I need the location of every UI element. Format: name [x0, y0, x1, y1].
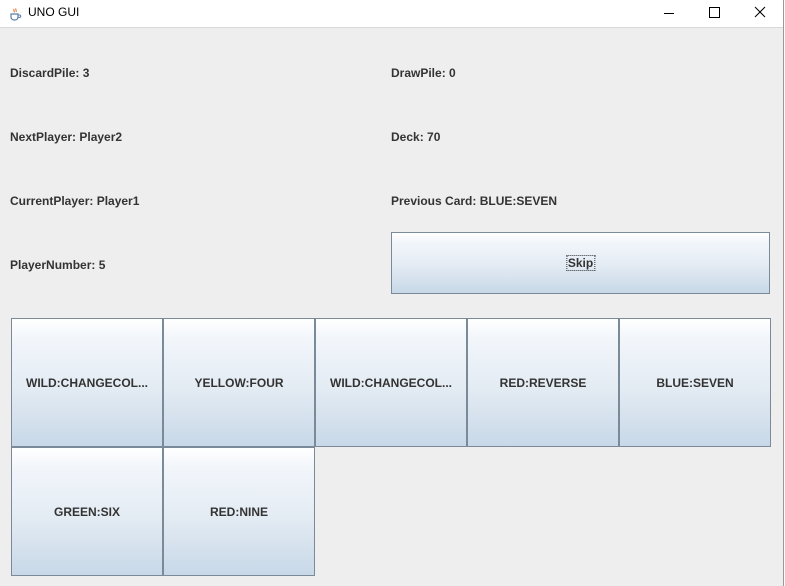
previous-card-label: Previous Card: BLUE:SEVEN — [391, 194, 558, 208]
player-number-label: PlayerNumber: 5 — [10, 258, 106, 272]
current-player-label: CurrentPlayer: Player1 — [10, 194, 140, 208]
deck-label: Deck: 70 — [391, 130, 441, 144]
card-label: BLUE:SEVEN — [656, 375, 734, 390]
card-label: RED:REVERSE — [499, 375, 587, 390]
hand-card-2[interactable]: YELLOW:FOUR — [163, 318, 315, 447]
uno-window: UNO GUI DiscardPile: 3 DrawPile: 0 NextP… — [0, 0, 784, 586]
window-title: UNO GUI — [28, 5, 80, 19]
card-label: RED:NINE — [209, 504, 268, 519]
hand-card-6[interactable]: GREEN:SIX — [11, 447, 163, 576]
close-button[interactable] — [737, 0, 783, 27]
java-cup-icon — [8, 6, 22, 21]
hand-card-5[interactable]: BLUE:SEVEN — [619, 318, 771, 447]
card-label: WILD:CHANGECOL... — [330, 375, 452, 390]
maximize-icon — [709, 7, 720, 18]
title-bar[interactable]: UNO GUI — [0, 0, 783, 28]
minimize-icon — [664, 13, 674, 14]
close-icon — [754, 6, 766, 18]
hand-card-3[interactable]: WILD:CHANGECOL... — [315, 318, 467, 447]
skip-button-label: Skip — [565, 255, 596, 271]
next-player-label: NextPlayer: Player2 — [10, 130, 123, 144]
discard-pile-label: DiscardPile: 3 — [10, 66, 90, 80]
card-label: YELLOW:FOUR — [194, 375, 284, 390]
draw-pile-label: DrawPile: 0 — [391, 66, 456, 80]
card-label: GREEN:SIX — [53, 504, 120, 519]
hand-card-1[interactable]: WILD:CHANGECOL... — [11, 318, 163, 447]
maximize-button[interactable] — [692, 0, 738, 27]
minimize-button[interactable] — [646, 0, 692, 27]
hand-card-7[interactable]: RED:NINE — [163, 447, 315, 576]
card-label: WILD:CHANGECOL... — [26, 375, 148, 390]
hand-card-4[interactable]: RED:REVERSE — [467, 318, 619, 447]
skip-button[interactable]: Skip — [391, 232, 770, 294]
